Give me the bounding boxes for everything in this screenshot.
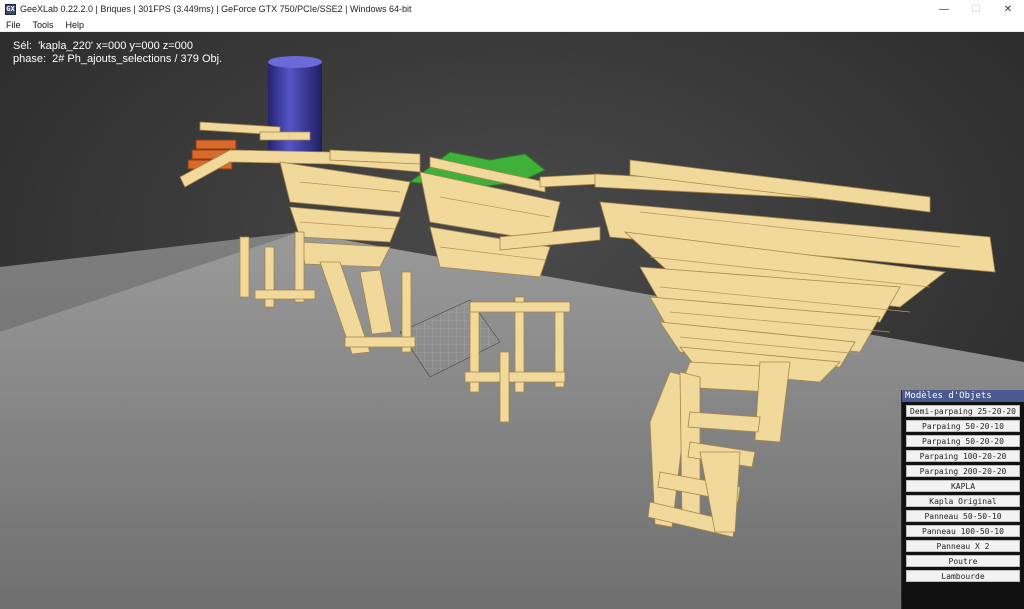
geexlab-app-icon: GX (5, 3, 16, 15)
window-controls: — ☐ ✕ (928, 0, 1024, 18)
panel-title[interactable]: Modèles d'Objets (902, 390, 1024, 402)
button-panneau-100-50-10[interactable]: Panneau 100-50-10 (906, 525, 1020, 537)
button-demi-parpaing-25-20-20[interactable]: Demi-parpaing 25-20-20 (906, 405, 1020, 417)
title-bar: GX GeeXLab 0.22.2.0 | Briques | 301FPS (… (0, 0, 1024, 18)
button-parpaing-50-20-20[interactable]: Parpaing 50-20-20 (906, 435, 1020, 447)
button-lambourde[interactable]: Lambourde (906, 570, 1020, 582)
close-button[interactable]: ✕ (992, 0, 1024, 18)
button-parpaing-100-20-20[interactable]: Parpaing 100-20-20 (906, 450, 1020, 462)
scene-render (0, 32, 1024, 609)
window-title: GeeXLab 0.22.2.0 | Briques | 301FPS (3.4… (20, 4, 412, 14)
menu-bar: File Tools Help (0, 18, 1024, 32)
button-parpaing-200-20-20[interactable]: Parpaing 200-20-20 (906, 465, 1020, 477)
minimize-button[interactable]: — (928, 0, 960, 18)
menu-file[interactable]: File (0, 20, 27, 30)
menu-tools[interactable]: Tools (27, 20, 60, 30)
button-panneau-50-50-10[interactable]: Panneau 50-50-10 (906, 510, 1020, 522)
button-poutre[interactable]: Poutre (906, 555, 1020, 567)
button-kapla[interactable]: KAPLA (906, 480, 1020, 492)
button-kapla-original[interactable]: Kapla Original (906, 495, 1020, 507)
button-parpaing-50-20-10[interactable]: Parpaing 50-20-10 (906, 420, 1020, 432)
phase-info: phase: 2# Ph_ajouts_selections / 379 Obj… (13, 53, 223, 65)
3d-viewport[interactable]: Sél: 'kapla_220' x=000 y=000 z=000 phase… (0, 32, 1024, 609)
object-models-panel: Modèles d'Objets Demi-parpaing 25-20-20 … (901, 390, 1024, 609)
menu-help[interactable]: Help (60, 20, 91, 30)
button-panneau-x2[interactable]: Panneau X 2 (906, 540, 1020, 552)
selection-info: Sél: 'kapla_220' x=000 y=000 z=000 (13, 40, 194, 52)
maximize-button[interactable]: ☐ (960, 0, 992, 18)
